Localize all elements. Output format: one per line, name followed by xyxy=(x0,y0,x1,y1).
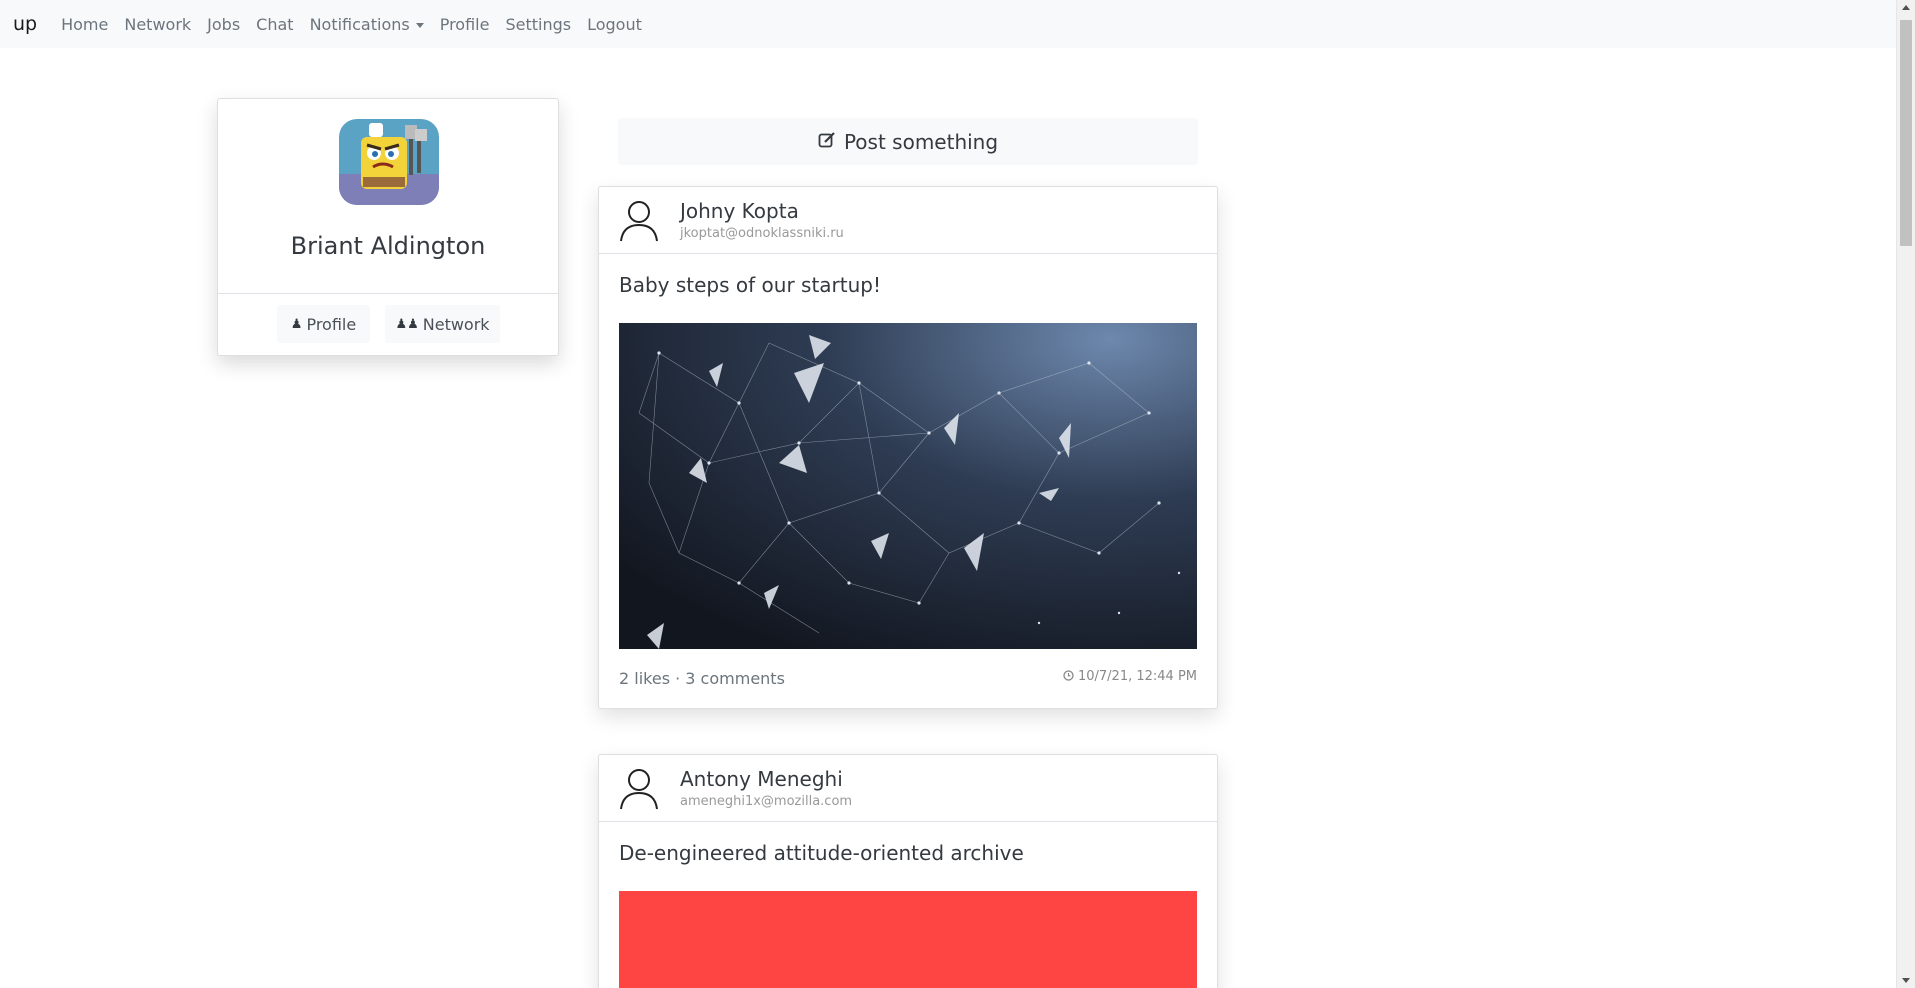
nav-notifications-dropdown[interactable]: Notifications xyxy=(310,15,424,34)
post-author-email: jkoptat@odnoklassniki.ru xyxy=(680,226,844,241)
post-header: Antony Meneghi ameneghi1x@mozilla.com xyxy=(599,755,1217,822)
brand-logo[interactable]: up xyxy=(13,13,37,35)
network-button-label: Network xyxy=(422,314,490,334)
nav-home[interactable]: Home xyxy=(61,15,108,34)
nav-notifications-label: Notifications xyxy=(309,14,410,34)
post-timestamp: 10/7/21, 12:44 PM xyxy=(1063,669,1197,684)
scroll-thumb[interactable] xyxy=(1900,20,1912,246)
post-author[interactable]: Johny Kopta xyxy=(680,199,799,223)
user-icon: ♟ xyxy=(290,316,303,332)
post-card: Johny Kopta jkoptat@odnoklassniki.ru Bab… xyxy=(598,186,1218,709)
post-header: Johny Kopta jkoptat@odnoklassniki.ru xyxy=(599,187,1217,254)
divider xyxy=(218,293,558,294)
top-navbar: up Home Network Jobs Chat Notifications … xyxy=(0,0,1896,48)
profile-button[interactable]: ♟ Profile xyxy=(277,305,370,343)
user-outline-icon[interactable] xyxy=(619,198,659,242)
profile-card: Briant Aldington ♟ Profile ♟♟ Network xyxy=(217,98,559,356)
post-text: Baby steps of our startup! xyxy=(619,273,882,297)
edit-icon xyxy=(818,130,836,154)
nav-logout[interactable]: Logout xyxy=(587,15,642,34)
nav-network[interactable]: Network xyxy=(124,15,191,34)
post-card: Antony Meneghi ameneghi1x@mozilla.com De… xyxy=(598,754,1218,988)
profile-button-label: Profile xyxy=(306,314,357,334)
caret-down-icon xyxy=(415,22,424,28)
scroll-down-icon[interactable] xyxy=(1902,978,1910,983)
avatar[interactable] xyxy=(339,119,439,205)
nav-profile[interactable]: Profile xyxy=(440,15,490,34)
clock-icon xyxy=(1063,669,1078,684)
nav-jobs[interactable]: Jobs xyxy=(207,15,240,34)
post-something-button[interactable]: Post something xyxy=(618,118,1198,165)
profile-name: Briant Aldington xyxy=(290,232,486,260)
user-outline-icon[interactable] xyxy=(619,766,659,810)
post-image[interactable] xyxy=(619,891,1197,988)
network-button[interactable]: ♟♟ Network xyxy=(385,305,500,343)
nav-settings[interactable]: Settings xyxy=(505,15,571,34)
post-something-label: Post something xyxy=(843,129,999,154)
page-scrollbar[interactable] xyxy=(1896,0,1915,988)
post-text: De-engineered attitude-oriented archive xyxy=(619,841,1024,865)
post-stats[interactable]: 2 likes · 3 comments xyxy=(619,669,785,688)
post-author[interactable]: Antony Meneghi xyxy=(680,767,843,791)
users-icon: ♟♟ xyxy=(395,316,419,332)
post-author-email: ameneghi1x@mozilla.com xyxy=(680,794,853,809)
post-timestamp-text: 10/7/21, 12:44 PM xyxy=(1077,669,1197,684)
nav-chat[interactable]: Chat xyxy=(256,15,293,34)
post-image[interactable] xyxy=(619,323,1197,649)
scroll-up-icon[interactable] xyxy=(1902,5,1910,10)
